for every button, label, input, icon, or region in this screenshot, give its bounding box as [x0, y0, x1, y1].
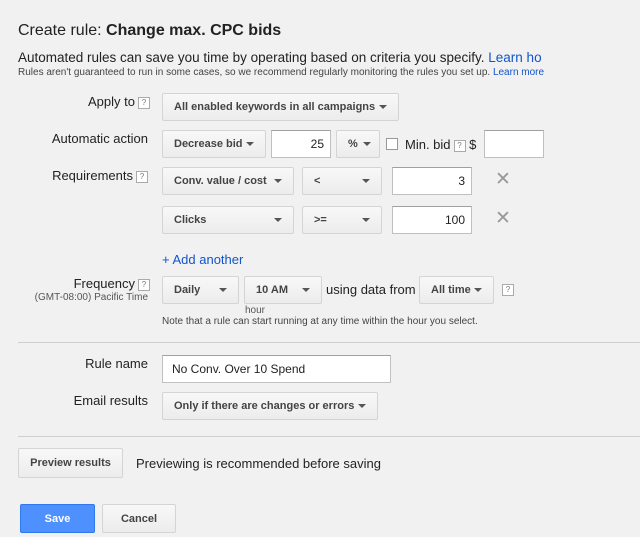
preview-results-button[interactable]: Preview results — [18, 448, 123, 478]
save-button[interactable]: Save — [20, 504, 95, 533]
email-results-label: Email results — [73, 393, 148, 408]
help-icon[interactable]: ? — [138, 279, 150, 291]
data-range-value: All time — [431, 284, 471, 296]
unit-dropdown[interactable]: % — [336, 130, 380, 158]
hour-value: 10 AM — [256, 284, 288, 296]
action-dropdown[interactable]: Decrease bid — [162, 130, 266, 158]
chevron-down-icon — [246, 142, 254, 146]
requirement-operator-value: < — [314, 175, 321, 187]
min-bid-input[interactable] — [484, 130, 544, 158]
chevron-down-icon — [474, 288, 482, 292]
description: Automated rules can save you time by ope… — [18, 50, 542, 65]
requirement-metric-value: Conv. value / cost — [174, 175, 267, 187]
bid-change-amount-value: 25 — [310, 137, 324, 151]
rule-name-label: Rule name — [85, 356, 148, 371]
requirement-metric-value: Clicks — [174, 214, 207, 226]
min-bid-checkbox[interactable] — [386, 138, 398, 150]
requirement-metric-dropdown[interactable]: Clicks — [162, 206, 294, 234]
apply-to-dropdown[interactable]: All enabled keywords in all campaigns — [162, 93, 399, 121]
apply-to-value: All enabled keywords in all campaigns — [174, 101, 376, 113]
frequency-label: Frequency? — [74, 276, 150, 291]
frequency-value: Daily — [174, 284, 201, 296]
automatic-action-label: Automatic action — [51, 131, 148, 146]
remove-requirement-icon[interactable]: ✕ — [495, 170, 511, 189]
help-icon[interactable]: ? — [138, 97, 150, 109]
preview-hint: Previewing is recommended before saving — [136, 456, 381, 471]
email-results-dropdown[interactable]: Only if there are changes or errors — [162, 392, 378, 420]
description-text: Automated rules can save you time by ope… — [18, 50, 485, 65]
frequency-note: Note that a rule can start running at an… — [162, 316, 478, 327]
bid-change-amount-input[interactable]: 25 — [271, 130, 331, 158]
frequency-dropdown[interactable]: Daily — [162, 276, 239, 304]
timezone-label: (GMT-08:00) Pacific Time — [34, 292, 148, 303]
help-icon[interactable]: ? — [453, 140, 466, 152]
rule-type-name: Change max. CPC bids — [106, 22, 282, 39]
requirements-label-text: Requirements — [52, 168, 133, 183]
apply-to-label-text: Apply to — [88, 94, 135, 109]
using-data-from-text: using data from — [326, 282, 416, 297]
requirement-operator-dropdown[interactable]: >= — [302, 206, 382, 234]
hour-dropdown[interactable]: 10 AM — [244, 276, 322, 304]
min-bid-label: Min. bid? $ — [405, 137, 476, 152]
unit-value: % — [348, 138, 358, 150]
learn-more-link-main[interactable]: Learn ho — [488, 50, 541, 65]
chevron-down-icon — [274, 218, 282, 222]
requirement-value-input[interactable]: 100 — [392, 206, 472, 234]
apply-to-label: Apply to? — [88, 94, 150, 109]
chevron-down-icon — [219, 288, 227, 292]
currency-symbol: $ — [469, 137, 477, 152]
chevron-down-icon — [362, 218, 370, 222]
help-icon[interactable]: ? — [502, 284, 514, 296]
chevron-down-icon — [379, 105, 387, 109]
min-bid-label-text: Min. bid — [405, 137, 451, 152]
chevron-down-icon — [362, 179, 370, 183]
frequency-label-text: Frequency — [73, 276, 135, 291]
chevron-down-icon — [274, 179, 282, 183]
monitoring-note-text: Rules aren't guaranteed to run in some c… — [18, 67, 491, 78]
requirement-value-input[interactable]: 3 — [392, 167, 472, 195]
email-results-value: Only if there are changes or errors — [174, 400, 355, 412]
chevron-down-icon — [363, 142, 371, 146]
rule-name-value: No Conv. Over 10 Spend — [172, 362, 306, 376]
requirements-label: Requirements? — [52, 168, 148, 183]
page-title: Create rule: Change max. CPC bids — [18, 22, 281, 40]
divider — [18, 342, 640, 343]
chevron-down-icon — [358, 404, 366, 408]
cancel-button[interactable]: Cancel — [102, 504, 176, 533]
hour-caption: hour — [245, 305, 266, 316]
help-icon[interactable]: ? — [136, 171, 148, 183]
requirement-operator-dropdown[interactable]: < — [302, 167, 382, 195]
chevron-down-icon — [302, 288, 310, 292]
title-prefix: Create rule: — [18, 22, 107, 39]
action-value: Decrease bid — [174, 138, 243, 150]
rule-name-input[interactable]: No Conv. Over 10 Spend — [162, 355, 391, 383]
divider — [18, 436, 640, 437]
monitoring-note: Rules aren't guaranteed to run in some c… — [18, 67, 544, 78]
requirement-value: 100 — [444, 213, 465, 227]
learn-more-link[interactable]: Learn more — [493, 67, 544, 78]
requirement-value: 3 — [458, 174, 465, 188]
add-another-link[interactable]: + Add another — [162, 252, 243, 267]
requirement-operator-value: >= — [314, 214, 327, 226]
remove-requirement-icon[interactable]: ✕ — [495, 209, 511, 228]
data-range-dropdown[interactable]: All time — [419, 276, 494, 304]
requirement-metric-dropdown[interactable]: Conv. value / cost — [162, 167, 294, 195]
